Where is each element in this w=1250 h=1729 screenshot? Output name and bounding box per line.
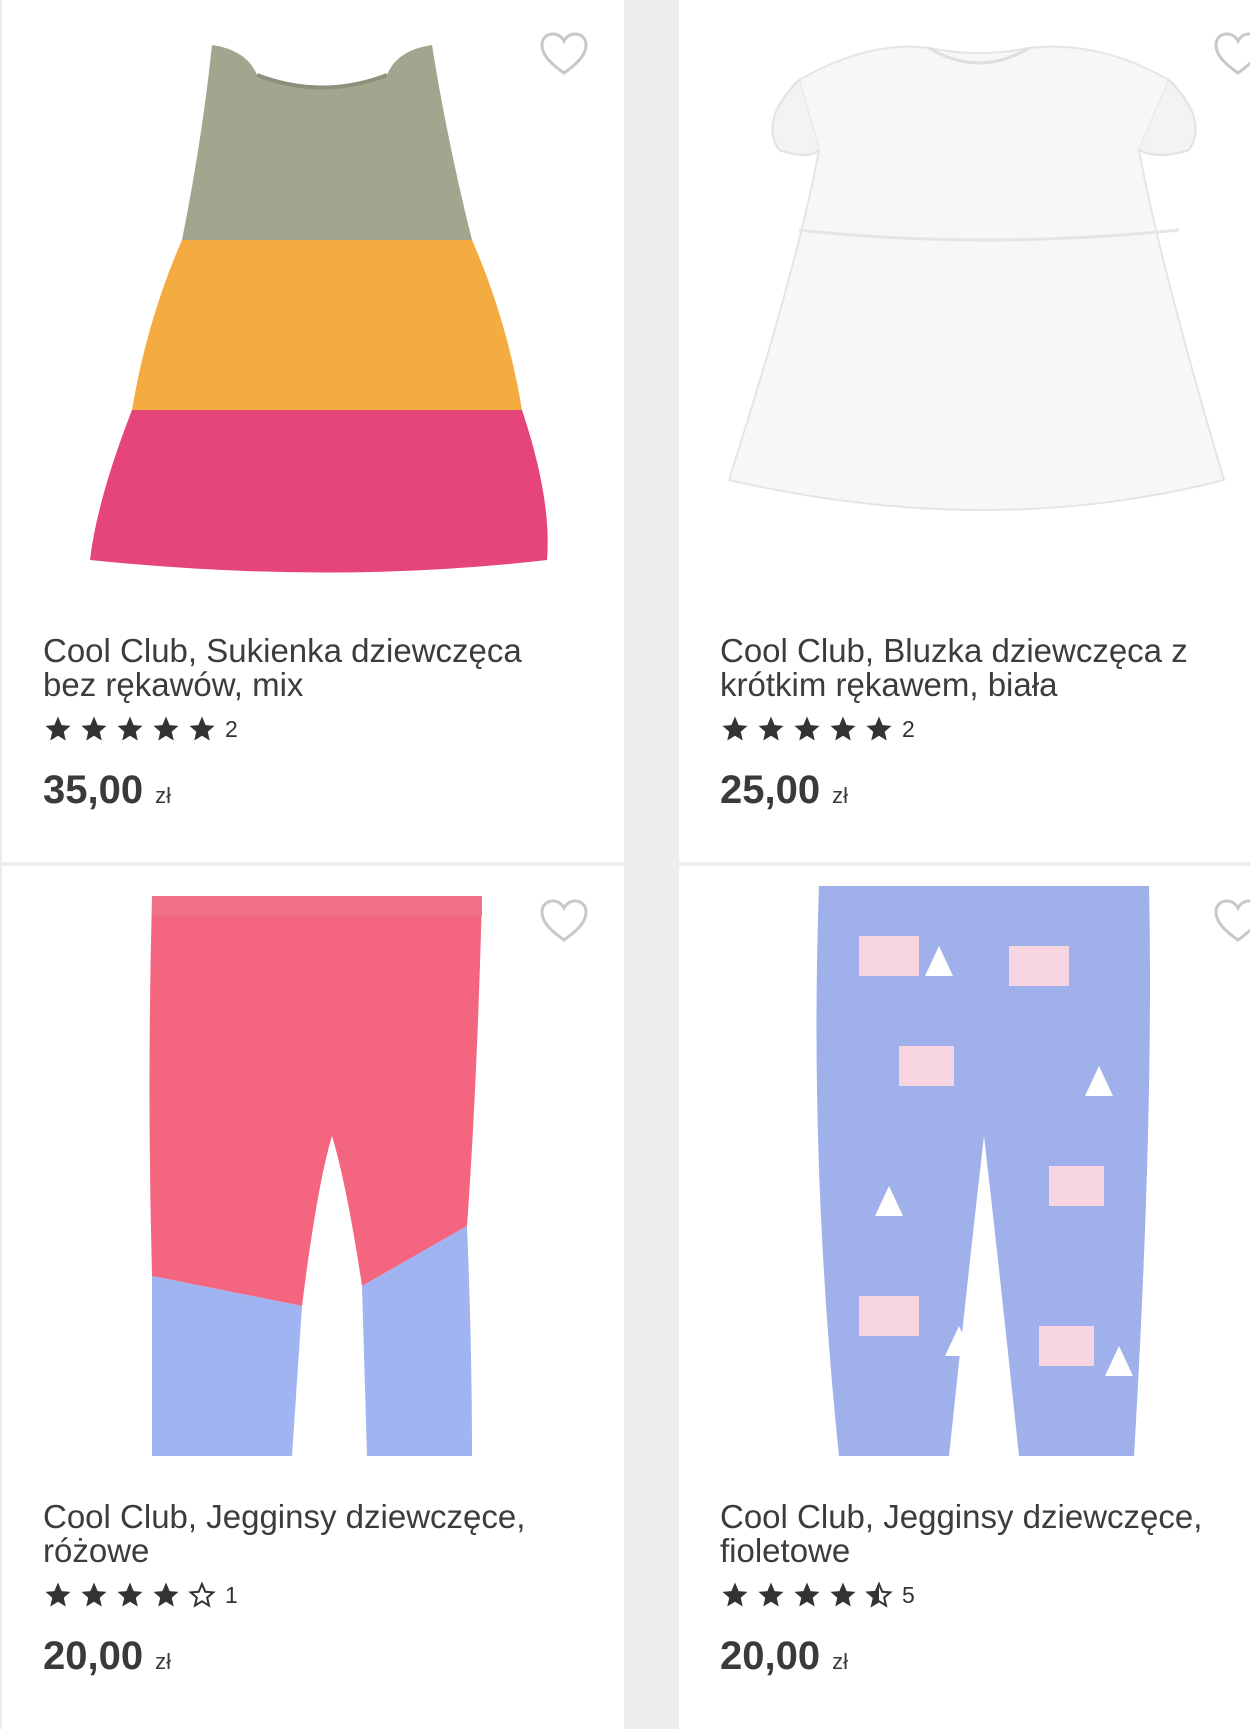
- star-icon: [864, 714, 894, 744]
- product-card[interactable]: Cool Club, Sukienka dziewczęca bez rękaw…: [2, 0, 624, 862]
- star-icon: [151, 714, 181, 744]
- price: 20,00 zł: [43, 1634, 171, 1679]
- heart-outline-icon[interactable]: [539, 898, 589, 944]
- rating: 2: [43, 713, 238, 745]
- star-icon: [720, 1580, 750, 1610]
- heart-outline-icon[interactable]: [539, 31, 589, 77]
- heart-outline-icon[interactable]: [1213, 898, 1250, 944]
- price-currency: zł: [832, 783, 848, 808]
- product-title[interactable]: Cool Club, Bluzka dziewczęca z krótkim r…: [720, 634, 1240, 702]
- price-currency: zł: [832, 1649, 848, 1674]
- price-amount: 35,00: [43, 768, 144, 812]
- star-icon: [828, 714, 858, 744]
- star-icon: [792, 1580, 822, 1610]
- product-image[interactable]: [679, 866, 1250, 1466]
- star-icon: [720, 714, 750, 744]
- price-currency: zł: [155, 1649, 171, 1674]
- price-currency: zł: [155, 783, 171, 808]
- price: 25,00 zł: [720, 768, 848, 813]
- star-icon: [187, 714, 217, 744]
- price-amount: 25,00: [720, 768, 821, 812]
- star-icon: [756, 1580, 786, 1610]
- price: 35,00 zł: [43, 768, 171, 813]
- price-amount: 20,00: [43, 1634, 144, 1678]
- rating: 5: [720, 1579, 915, 1611]
- product-title[interactable]: Cool Club, Sukienka dziewczęca bez rękaw…: [43, 634, 563, 702]
- product-card[interactable]: Cool Club, Bluzka dziewczęca z krótkim r…: [679, 0, 1250, 862]
- review-count: 2: [225, 715, 238, 742]
- product-title[interactable]: Cool Club, Jegginsy dziewczęce, różowe: [43, 1500, 563, 1568]
- product-card[interactable]: Cool Club, Jegginsy dziewczęce, fioletow…: [679, 866, 1250, 1729]
- rating: 2: [720, 713, 915, 745]
- rating: 1: [43, 1579, 238, 1611]
- product-image[interactable]: [679, 0, 1250, 600]
- star-icon: [756, 714, 786, 744]
- star-icon: [79, 1580, 109, 1610]
- heart-outline-icon[interactable]: [1213, 31, 1250, 77]
- star-icon: [151, 1580, 181, 1610]
- star-icon: [115, 1580, 145, 1610]
- price-amount: 20,00: [720, 1634, 821, 1678]
- product-image[interactable]: [2, 866, 624, 1466]
- star-icon: [828, 1580, 858, 1610]
- review-count: 1: [225, 1581, 238, 1608]
- star-icon: [115, 714, 145, 744]
- star-icon: [792, 714, 822, 744]
- review-count: 2: [902, 715, 915, 742]
- review-count: 5: [902, 1581, 915, 1608]
- star-icon: [79, 714, 109, 744]
- product-image[interactable]: [2, 0, 624, 600]
- price: 20,00 zł: [720, 1634, 848, 1679]
- product-card[interactable]: Cool Club, Jegginsy dziewczęce, różowe 1…: [2, 866, 624, 1729]
- star-icon: [43, 714, 73, 744]
- star-icon: [43, 1580, 73, 1610]
- product-title[interactable]: Cool Club, Jegginsy dziewczęce, fioletow…: [720, 1500, 1240, 1568]
- star-outline-icon: [187, 1580, 217, 1610]
- star-half-icon: [864, 1580, 894, 1610]
